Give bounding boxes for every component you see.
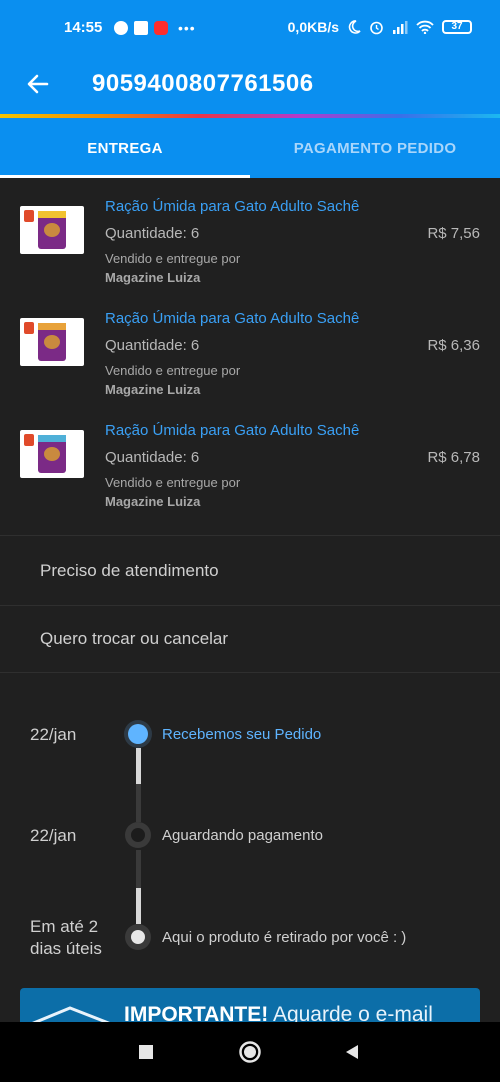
divider: [0, 672, 500, 673]
system-nav-bar: [0, 1022, 500, 1082]
status-right: 0,0KB/s 37: [288, 19, 472, 35]
more-notifications-icon: •••: [178, 20, 196, 36]
divider: [0, 535, 500, 536]
timeline-label: Recebemos seu Pedido: [162, 726, 322, 743]
alarm-icon: [370, 21, 383, 34]
help-menu-item[interactable]: Preciso de atendimento: [0, 538, 500, 604]
seller-name: Magazine Luiza: [105, 382, 201, 397]
back-button[interactable]: [22, 68, 54, 100]
timeline-label: Aguardando pagamento: [162, 827, 323, 844]
product-quantity: Quantidade: 6: [105, 449, 200, 466]
product-name[interactable]: Ração Úmida para Gato Adulto Sachê: [105, 422, 359, 439]
circle-icon: [239, 1041, 261, 1063]
product-price: R$ 7,56: [427, 225, 480, 242]
sold-by-label: Vendido e entregue por: [105, 363, 241, 378]
timeline-connector: [136, 748, 141, 822]
status-time: 14:55: [64, 19, 103, 36]
signal-icon: [393, 21, 408, 34]
timeline-date: 22/jan: [30, 725, 77, 744]
network-speed: 0,0KB/s: [287, 19, 339, 35]
mail-icon: [134, 21, 148, 35]
timeline-date-line1: Em até 2: [30, 917, 99, 936]
status-bar: 14:55 ••• 0,0KB/s 37: [0, 0, 500, 58]
wifi-icon: [416, 20, 434, 34]
tab-pagamento-pedido[interactable]: PAGAMENTO PEDIDO: [250, 118, 500, 178]
timeline-date-line2: dias úteis: [30, 939, 102, 958]
product-name[interactable]: Ração Úmida para Gato Adulto Sachê: [105, 198, 359, 215]
recents-button[interactable]: [130, 1036, 162, 1068]
square-icon: [139, 1045, 153, 1059]
product-price: R$ 6,78: [427, 449, 480, 466]
battery-indicator: 37: [442, 20, 472, 34]
moon-icon: [348, 20, 361, 34]
timeline-connector: [136, 850, 141, 924]
product-image: [20, 430, 84, 478]
timeline-step-final-icon: [125, 924, 151, 950]
seller-name: Magazine Luiza: [105, 270, 201, 285]
app-bar: 9059400807761506: [0, 58, 500, 114]
active-tab-indicator: [0, 175, 250, 178]
product-item[interactable]: Ração Úmida para Gato Adulto Sachê Quant…: [0, 196, 500, 308]
product-quantity: Quantidade: 6: [105, 337, 200, 354]
product-image: [20, 206, 84, 254]
sold-by-label: Vendido e entregue por: [105, 251, 241, 266]
sold-by-label: Vendido e entregue por: [105, 475, 241, 490]
timeline-date: 22/jan: [30, 826, 77, 845]
arrow-left-icon: [27, 74, 49, 94]
timeline-step-pending-icon: [125, 822, 151, 848]
timeline-step-done-icon: [124, 720, 152, 748]
product-item[interactable]: Ração Úmida para Gato Adulto Sachê Quant…: [0, 308, 500, 420]
tab-bar: ENTREGA PAGAMENTO PEDIDO: [0, 118, 500, 178]
product-quantity: Quantidade: 6: [105, 225, 200, 242]
triangle-back-icon: [346, 1045, 358, 1059]
product-item[interactable]: Ração Úmida para Gato Adulto Sachê Quant…: [0, 420, 500, 532]
order-number: 9059400807761506: [92, 70, 314, 97]
youtube-icon: [154, 21, 168, 35]
timeline-label: Aqui o produto é retirado por você : ): [162, 929, 407, 946]
exchange-cancel-menu-item[interactable]: Quero trocar ou cancelar: [0, 606, 500, 672]
app-notification-icon: [114, 21, 128, 35]
tab-entrega[interactable]: ENTREGA: [0, 118, 250, 178]
notification-icons: •••: [114, 20, 196, 36]
system-back-button[interactable]: [336, 1036, 368, 1068]
product-price: R$ 6,36: [427, 337, 480, 354]
seller-name: Magazine Luiza: [105, 494, 201, 509]
home-button[interactable]: [234, 1036, 266, 1068]
product-image: [20, 318, 84, 366]
product-name[interactable]: Ração Úmida para Gato Adulto Sachê: [105, 310, 359, 327]
